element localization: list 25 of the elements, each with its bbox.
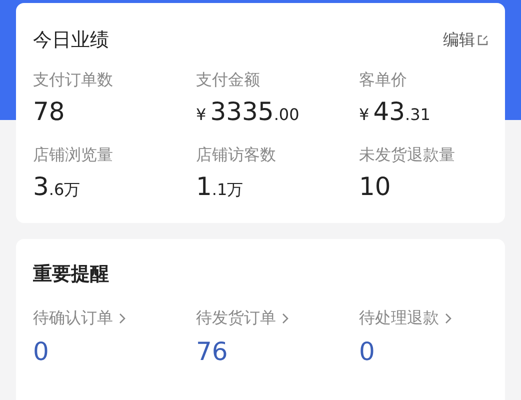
- stat-label: 支付订单数: [33, 69, 113, 91]
- stat-label: 店铺浏览量: [33, 144, 113, 166]
- card-title: 重要提醒: [33, 262, 109, 287]
- reminder-link[interactable]: 待处理退款: [359, 307, 452, 329]
- chevron-icon: [282, 312, 289, 324]
- stat-value: 10: [359, 172, 391, 203]
- stat-label: 客单价: [359, 69, 407, 91]
- chevron-icon: [445, 312, 452, 324]
- stat-label: 支付金额: [196, 69, 260, 91]
- reminder-count: 0: [33, 337, 49, 367]
- reminder-count: 0: [359, 337, 375, 367]
- stat-label: 店铺访客数: [196, 144, 276, 166]
- stat-value: ¥ 43.31: [359, 97, 430, 128]
- stat-value: 1.1万: [196, 172, 244, 203]
- stat-value: ¥ 3335.00: [196, 97, 300, 128]
- edit-link[interactable]: 编辑: [443, 30, 488, 50]
- chevron-icon: [119, 312, 126, 324]
- edit-icon: [477, 34, 488, 46]
- stat-value: 3.6万: [33, 172, 80, 203]
- reminder-link[interactable]: 待确认订单: [33, 307, 126, 329]
- stat-value: 78: [33, 97, 65, 128]
- stat-label: 未发货退款量: [359, 144, 455, 166]
- card-title: 今日业绩: [33, 28, 109, 53]
- reminder-count: 76: [196, 337, 228, 367]
- reminder-link[interactable]: 待发货订单: [196, 307, 289, 329]
